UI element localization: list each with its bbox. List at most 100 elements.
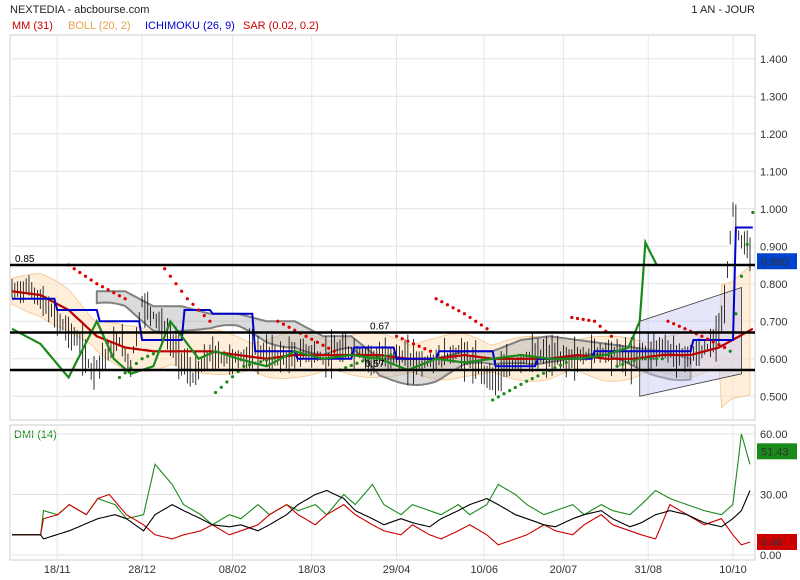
sar-dot bbox=[213, 390, 218, 395]
sar-dot bbox=[394, 334, 399, 338]
sar-dot bbox=[468, 315, 472, 320]
sar-dot bbox=[332, 349, 336, 353]
sar-dot bbox=[423, 347, 427, 351]
sar-dot bbox=[491, 398, 495, 402]
sar-dot bbox=[208, 319, 212, 323]
legend-sar: SAR (0.02, 0.2) bbox=[243, 20, 319, 32]
sar-dot bbox=[225, 380, 229, 384]
sar-dot bbox=[672, 322, 676, 326]
sar-dot bbox=[95, 282, 99, 286]
sar-dot bbox=[592, 319, 597, 323]
price-y-tick-label: 1.000 bbox=[760, 204, 788, 216]
sar-dot bbox=[700, 334, 704, 338]
sar-dot bbox=[310, 337, 314, 341]
sar-dot bbox=[711, 340, 715, 344]
di-plus-value: 51.43 bbox=[761, 446, 789, 458]
sar-dot bbox=[180, 289, 184, 293]
stock-chart: NEXTEDIA - abcbourse.com 1 AN - JOUR MM … bbox=[9, 4, 797, 576]
sar-dot bbox=[496, 395, 500, 399]
legend-ichimoku: ICHIMOKU (26, 9) bbox=[145, 20, 235, 32]
x-tick-label: 31/08 bbox=[634, 564, 662, 576]
sar-dot bbox=[683, 327, 687, 331]
sar-dot bbox=[445, 303, 450, 307]
sar-dot bbox=[717, 343, 721, 347]
price-y-tick-label: 1.200 bbox=[760, 129, 788, 141]
sar-dot bbox=[530, 376, 534, 381]
sar-dot bbox=[146, 354, 150, 358]
sar-dot bbox=[541, 371, 546, 375]
sar-dot bbox=[626, 360, 631, 365]
sar-dot bbox=[168, 274, 172, 278]
sar-dot bbox=[705, 337, 710, 341]
price-y-tick-label: 1.300 bbox=[760, 91, 788, 103]
sar-dot bbox=[134, 361, 139, 366]
sar-dot bbox=[191, 302, 195, 306]
sar-dot bbox=[253, 361, 257, 365]
sar-dot bbox=[242, 364, 246, 368]
price-y-tick-label: 0.500 bbox=[760, 391, 788, 403]
sar-dot bbox=[163, 267, 167, 271]
sar-dot bbox=[259, 360, 263, 364]
sar-dot bbox=[655, 357, 659, 361]
sar-dot bbox=[411, 342, 416, 346]
sar-dot bbox=[400, 337, 404, 341]
sar-dot bbox=[304, 334, 308, 338]
sar-dot bbox=[377, 355, 382, 359]
sar-dot bbox=[485, 327, 489, 331]
sar-dot bbox=[78, 270, 82, 275]
sar-dot bbox=[417, 344, 421, 348]
price-y-tick-label: 0.800 bbox=[760, 279, 788, 291]
sar-dot bbox=[230, 375, 235, 379]
dmi-y-tick-label: 30.00 bbox=[760, 490, 788, 502]
sar-dot bbox=[117, 294, 122, 298]
sar-dot bbox=[355, 361, 359, 365]
sar-dot bbox=[513, 385, 517, 390]
sar-dot bbox=[157, 349, 161, 353]
sar-dot bbox=[219, 385, 223, 389]
last-price-value: 0.860 bbox=[761, 256, 789, 268]
sar-dot bbox=[575, 316, 580, 321]
x-tick-label: 20/07 bbox=[550, 564, 578, 576]
sar-dot bbox=[587, 318, 591, 322]
sar-dot bbox=[83, 274, 88, 278]
x-tick-label: 18/03 bbox=[298, 564, 326, 576]
sar-dot bbox=[451, 306, 455, 310]
sar-dot bbox=[287, 325, 291, 329]
price-y-tick-label: 1.100 bbox=[760, 166, 788, 178]
sar-dot bbox=[202, 314, 206, 318]
sar-dot bbox=[462, 312, 467, 316]
sar-dot bbox=[632, 359, 636, 363]
di-minus-value: 6.46 bbox=[761, 537, 782, 549]
x-tick-label: 10/06 bbox=[470, 564, 498, 576]
level-label: 0.85 bbox=[15, 254, 35, 265]
legend-boll: BOLL (20, 2) bbox=[68, 20, 131, 32]
sar-dot bbox=[649, 357, 653, 361]
sar-dot bbox=[666, 319, 670, 323]
chart-period: 1 AN - JOUR bbox=[691, 4, 755, 16]
sar-dot bbox=[508, 389, 512, 393]
sar-dot bbox=[434, 297, 438, 301]
x-tick-label: 08/02 bbox=[219, 564, 247, 576]
sar-dot bbox=[123, 297, 127, 301]
sar-dot bbox=[406, 339, 410, 343]
sar-dot bbox=[660, 357, 664, 361]
sar-dot bbox=[474, 319, 478, 323]
sar-dot bbox=[185, 297, 189, 301]
sar-dot bbox=[383, 354, 387, 358]
legend-mm: MM (31) bbox=[12, 20, 53, 32]
price-y-tick-label: 0.600 bbox=[760, 354, 788, 366]
dmi-panel-frame bbox=[9, 424, 756, 561]
sar-dot bbox=[745, 242, 749, 246]
sar-dot bbox=[739, 274, 744, 278]
sar-dot bbox=[677, 324, 681, 328]
chart-title: NEXTEDIA - abcbourse.com bbox=[10, 4, 149, 16]
sar-dot bbox=[281, 322, 286, 326]
x-tick-label: 10/10 bbox=[719, 564, 747, 576]
sar-dot bbox=[581, 317, 585, 321]
sar-dot bbox=[536, 374, 540, 378]
level-label: 0.67 bbox=[370, 322, 390, 333]
sar-dot bbox=[525, 379, 529, 383]
sar-dot bbox=[440, 300, 444, 304]
sar-dot bbox=[174, 282, 178, 286]
sar-dot bbox=[264, 358, 269, 362]
